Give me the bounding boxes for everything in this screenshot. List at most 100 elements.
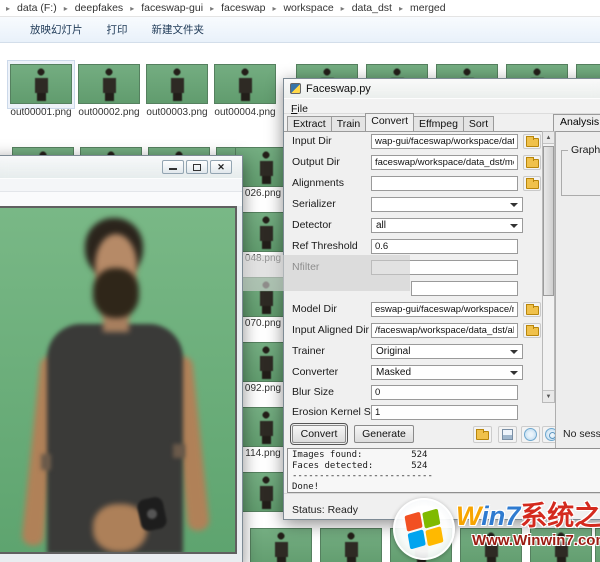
output-dir-field[interactable] xyxy=(371,155,518,170)
chevron-down-icon xyxy=(510,350,518,358)
session-status: No session xyxy=(555,421,600,448)
erosion-kernel-size-field[interactable] xyxy=(371,405,518,420)
browse-folder-button[interactable] xyxy=(523,176,541,191)
file-thumbnail[interactable] xyxy=(250,528,312,562)
console-output: Images found: 524 Faces detected: 524 --… xyxy=(287,448,600,493)
window-title: Faceswap.py xyxy=(306,83,371,95)
browse-folder-button[interactable] xyxy=(523,155,541,170)
tab-convert[interactable]: Convert xyxy=(365,113,414,131)
clear-icon xyxy=(524,428,537,441)
faceswap-window: Faceswap.py File Extract Train Convert E… xyxy=(283,78,600,520)
field-label: Ref Threshold xyxy=(292,240,358,252)
clear-config-button[interactable] xyxy=(521,426,540,443)
green-screen-figure-icon xyxy=(253,410,279,444)
breadcrumb-workspace[interactable]: workspace xyxy=(283,2,333,14)
screen: ▸ data (F:) ▸ deepfakes ▸ faceswap-gui ▸… xyxy=(0,0,600,562)
tab-sort[interactable]: Sort xyxy=(463,116,494,131)
field-label: Serializer xyxy=(292,198,336,210)
close-icon: ✕ xyxy=(211,161,231,174)
tab-analysis[interactable]: Analysis xyxy=(553,114,600,132)
file-label[interactable]: out00003.png xyxy=(142,107,212,118)
figure-tattoo xyxy=(173,444,185,458)
tab-train[interactable]: Train xyxy=(331,116,367,131)
chevron-icon: ▸ xyxy=(210,4,214,13)
folder-icon xyxy=(526,159,539,168)
breadcrumb-merged[interactable]: merged xyxy=(410,2,446,14)
scrollbar-thumb[interactable] xyxy=(543,146,554,296)
breadcrumb-data-dst[interactable]: data_dst xyxy=(352,2,392,14)
browse-folder-button[interactable] xyxy=(523,323,541,338)
maximize-button[interactable] xyxy=(186,160,208,174)
green-screen-figure-icon xyxy=(268,531,294,562)
tab-effmpeg[interactable]: Effmpeg xyxy=(413,116,464,131)
analysis-pane: Graphs xyxy=(555,131,600,421)
new-folder-button[interactable]: 新建文件夹 xyxy=(152,22,205,37)
file-thumbnail[interactable] xyxy=(10,64,72,104)
field-label: Input Dir xyxy=(292,135,332,147)
green-screen-figure-icon xyxy=(253,475,279,509)
alignments-field[interactable] xyxy=(371,176,518,191)
browse-folder-button[interactable] xyxy=(523,302,541,317)
input-dir-field[interactable] xyxy=(371,134,518,149)
faceswap-tabbar: Extract Train Convert Effmpeg Sort xyxy=(287,114,494,131)
folder-icon xyxy=(526,306,539,315)
file-thumbnail[interactable] xyxy=(78,64,140,104)
close-button[interactable]: ✕ xyxy=(210,160,232,174)
tab-extract[interactable]: Extract xyxy=(287,116,332,131)
green-screen-figure-icon xyxy=(253,150,279,184)
slideshow-button[interactable]: 放映幻灯片 xyxy=(30,22,83,37)
watermark-brand: Win7系统之家 xyxy=(456,494,600,533)
console-text: Images found: 524 Faces detected: 524 --… xyxy=(288,449,600,493)
minimize-button[interactable] xyxy=(162,160,184,174)
breadcrumb-drive[interactable]: data (F:) xyxy=(17,2,57,14)
filter-field[interactable] xyxy=(411,281,518,296)
chevron-icon: ▸ xyxy=(272,4,276,13)
python-file-icon xyxy=(290,83,301,94)
maximize-icon xyxy=(193,164,201,171)
dropdown-value: Original xyxy=(376,346,410,357)
serializer-dropdown[interactable] xyxy=(371,197,523,212)
input-aligned-dir-field[interactable] xyxy=(371,323,518,338)
trainer-dropdown[interactable]: Original xyxy=(371,344,523,359)
file-thumbnail[interactable] xyxy=(146,64,208,104)
load-config-button[interactable] xyxy=(473,426,492,443)
scroll-up-arrow-icon[interactable]: ▲ xyxy=(543,132,554,144)
file-label[interactable]: out00001.png xyxy=(6,107,76,118)
model-dir-field[interactable] xyxy=(371,302,518,317)
chevron-icon: ▸ xyxy=(64,4,68,13)
detector-dropdown[interactable]: all xyxy=(371,218,523,233)
brand-in7: in7 xyxy=(481,501,520,531)
photo-preview xyxy=(0,206,237,554)
convert-button[interactable]: Convert xyxy=(292,425,346,443)
chevron-icon: ▸ xyxy=(6,4,10,13)
field-label: Model Dir xyxy=(292,303,337,315)
scroll-down-arrow-icon[interactable]: ▼ xyxy=(543,390,554,402)
ref-threshold-field[interactable] xyxy=(371,239,518,254)
graphs-frame: Graphs xyxy=(561,150,600,196)
breadcrumb: ▸ data (F:) ▸ deepfakes ▸ faceswap-gui ▸… xyxy=(0,0,600,17)
photo-viewer-titlebar[interactable]: ✕ xyxy=(0,156,242,179)
print-button[interactable]: 打印 xyxy=(107,22,128,37)
green-screen-figure-icon xyxy=(232,67,258,101)
brand-w: W xyxy=(456,501,481,531)
file-thumbnail[interactable] xyxy=(214,64,276,104)
blur-size-field[interactable] xyxy=(371,385,518,400)
breadcrumb-deepfakes[interactable]: deepfakes xyxy=(75,2,123,14)
breadcrumb-faceswap[interactable]: faceswap xyxy=(221,2,265,14)
green-screen-figure-icon xyxy=(28,67,54,101)
field-label: Trainer xyxy=(292,345,325,357)
converter-dropdown[interactable]: Masked xyxy=(371,365,523,380)
file-label[interactable]: out00002.png xyxy=(74,107,144,118)
dropdown-value: Masked xyxy=(376,367,411,378)
chevron-icon: ▸ xyxy=(341,4,345,13)
generate-button[interactable]: Generate xyxy=(354,425,414,443)
browse-folder-button[interactable] xyxy=(523,134,541,149)
breadcrumb-faceswap-gui[interactable]: faceswap-gui xyxy=(141,2,203,14)
save-config-button[interactable] xyxy=(498,426,517,443)
file-thumbnail[interactable] xyxy=(320,528,382,562)
form-scrollbar[interactable]: ▲ ▼ xyxy=(542,131,555,403)
field-label: Converter xyxy=(292,366,338,378)
file-label[interactable]: out00004.png xyxy=(210,107,280,118)
faceswap-titlebar[interactable]: Faceswap.py xyxy=(284,79,600,99)
field-label: Input Aligned Dir xyxy=(292,324,369,336)
